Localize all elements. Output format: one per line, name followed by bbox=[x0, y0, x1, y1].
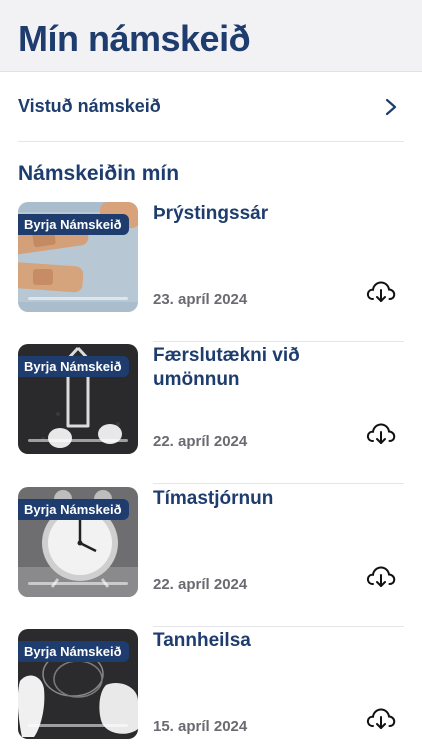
course-card[interactable]: Byrja Námskeið Þrýstingssár 23. apríl 20… bbox=[18, 202, 404, 342]
course-title: Tannheilsa bbox=[153, 630, 251, 651]
progress-bar bbox=[28, 439, 128, 442]
start-course-badge: Byrja Námskeið bbox=[18, 214, 129, 235]
course-card[interactable]: Byrja Námskeið Tannheilsa 15. apríl 2024 bbox=[18, 629, 404, 750]
course-thumbnail: Byrja Námskeið bbox=[18, 344, 138, 454]
course-date: 23. apríl 2024 bbox=[153, 291, 248, 308]
cloud-download-icon[interactable] bbox=[366, 565, 396, 589]
header-bar: Mín námskeið bbox=[0, 0, 422, 72]
course-thumbnail: Byrja Námskeið bbox=[18, 629, 138, 739]
row-divider bbox=[153, 483, 404, 484]
course-title: Tímastjórnun bbox=[153, 488, 274, 509]
cloud-download-icon[interactable] bbox=[366, 422, 396, 446]
course-date: 22. apríl 2024 bbox=[153, 576, 248, 593]
start-course-badge: Byrja Námskeið bbox=[18, 499, 129, 520]
section-title: Námskeiðin mín bbox=[18, 162, 180, 185]
start-course-badge: Byrja Námskeið bbox=[18, 641, 129, 662]
progress-bar bbox=[28, 297, 128, 300]
progress-bar bbox=[28, 582, 128, 585]
course-title: Þrýstingssár bbox=[153, 203, 269, 224]
course-date: 22. apríl 2024 bbox=[153, 433, 248, 450]
course-title: Færslutækni við umönnun bbox=[153, 345, 300, 390]
saved-courses-label: Vistuð námskeið bbox=[18, 96, 161, 116]
cloud-download-icon[interactable] bbox=[366, 280, 396, 304]
course-thumbnail: Byrja Námskeið bbox=[18, 487, 138, 597]
row-divider bbox=[153, 626, 404, 627]
cloud-download-icon[interactable] bbox=[366, 707, 396, 731]
page-title: Mín námskeið bbox=[18, 18, 251, 59]
chevron-right-icon bbox=[385, 98, 397, 116]
course-card[interactable]: Byrja Námskeið Færslutækni við umönnun 2… bbox=[18, 344, 404, 484]
course-thumbnail: Byrja Námskeið bbox=[18, 202, 138, 312]
start-course-badge: Byrja Námskeið bbox=[18, 356, 129, 377]
progress-bar bbox=[28, 724, 128, 727]
saved-courses-row[interactable]: Vistuð námskeið bbox=[18, 86, 404, 142]
course-date: 15. apríl 2024 bbox=[153, 718, 248, 735]
course-card[interactable]: Byrja Námskeið Tímastjórnun 22. apríl 20… bbox=[18, 487, 404, 627]
row-divider bbox=[153, 341, 404, 342]
